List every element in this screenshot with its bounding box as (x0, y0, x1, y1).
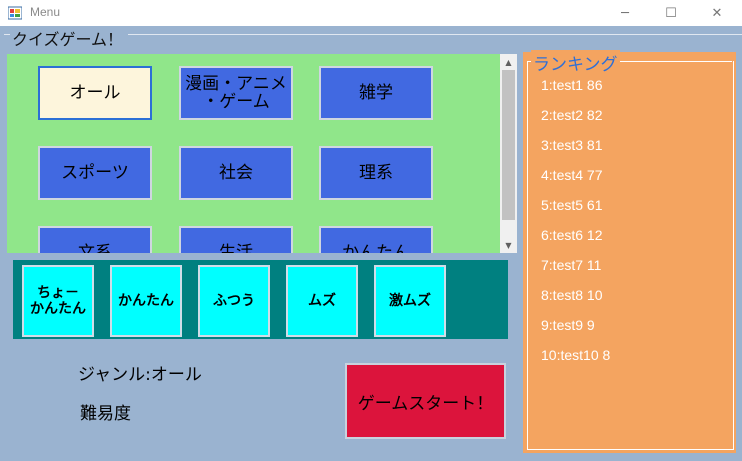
ranking-item: 1:test1 86 (541, 77, 603, 93)
minimize-button[interactable]: ─ (602, 0, 648, 26)
genre-panel: オール 漫画・アニメ ・ゲーム 雑学 スポーツ 社会 理系 文系 生活 かんたん (7, 54, 500, 253)
difficulty-button-label: ちょ－ かんたん (30, 285, 86, 317)
ranking-item: 9:test9 9 (541, 317, 595, 333)
ranking-item: 4:test4 77 (541, 167, 603, 183)
ranking-item: 2:test2 82 (541, 107, 603, 123)
ranking-panel: ランキング 1:test1 86 2:test2 82 3:test3 81 4… (523, 50, 736, 453)
title-bar: Menu ─ ☐ ✕ (0, 0, 742, 26)
genre-button-trivia[interactable]: 雑学 (319, 66, 433, 120)
scroll-thumb[interactable] (502, 70, 515, 220)
genre-button-society[interactable]: 社会 (179, 146, 293, 200)
genre-button-label: 生活 (219, 243, 253, 253)
game-start-label: ゲームスタート！ (357, 393, 494, 414)
ranking-item: 7:test7 11 (541, 257, 602, 273)
ranking-item: 8:test8 10 (541, 287, 603, 303)
genre-button-label: 理系 (359, 163, 393, 183)
difficulty-button-very-hard[interactable]: 激ムズ (374, 265, 446, 337)
genre-button-all[interactable]: オール (38, 66, 152, 120)
difficulty-button-label: ムズ (308, 293, 336, 309)
genre-button-label: オール (69, 83, 121, 103)
ranking-item: 5:test5 61 (541, 197, 603, 213)
genre-button-label: 文系 (78, 243, 112, 253)
maximize-button[interactable]: ☐ (648, 0, 694, 26)
ranking-frame-top-right (617, 61, 732, 62)
difficulty-button-label: ふつう (213, 293, 255, 309)
genre-button-label: 漫画・アニメ ・ゲーム (185, 74, 287, 112)
ranking-title: ランキング (531, 50, 620, 75)
difficulty-button-label: かんたん (118, 293, 174, 309)
genre-button-label: 雑学 (359, 83, 393, 103)
difficulty-panel: ちょ－ かんたん かんたん ふつう ムズ 激ムズ (13, 260, 508, 339)
genre-button-label: 社会 (219, 163, 253, 183)
genre-button-humanities[interactable]: 文系 (38, 226, 152, 253)
ranking-item: 3:test3 81 (541, 137, 603, 153)
genre-button-label: スポーツ (61, 163, 129, 183)
genre-button-sports[interactable]: スポーツ (38, 146, 152, 200)
group-title: クイズゲーム！ (10, 26, 126, 50)
genre-status-label: ジャンル:オール (78, 365, 202, 385)
genre-button-label: かんたん (342, 243, 410, 253)
difficulty-button-very-easy[interactable]: ちょ－ かんたん (22, 265, 94, 337)
genre-button-easy[interactable]: かんたん (319, 226, 433, 253)
genre-scrollbar[interactable]: ▲ ▼ (500, 54, 517, 253)
app-icon (8, 6, 22, 20)
genre-button-life[interactable]: 生活 (179, 226, 293, 253)
group-border-right (128, 34, 742, 35)
difficulty-button-easy[interactable]: かんたん (110, 265, 182, 337)
scroll-down-icon[interactable]: ▼ (500, 237, 517, 253)
ranking-item: 10:test10 8 (541, 347, 611, 363)
game-start-button[interactable]: ゲームスタート！ (345, 363, 506, 439)
close-button[interactable]: ✕ (694, 0, 740, 26)
genre-button-manga[interactable]: 漫画・アニメ ・ゲーム (179, 66, 293, 120)
difficulty-button-normal[interactable]: ふつう (198, 265, 270, 337)
window-title: Menu (30, 5, 61, 19)
scroll-up-icon[interactable]: ▲ (500, 54, 517, 70)
genre-button-science[interactable]: 理系 (319, 146, 433, 200)
client-area: クイズゲーム！ オール 漫画・アニメ ・ゲーム 雑学 スポーツ 社会 理系 文系… (0, 26, 742, 461)
difficulty-button-hard[interactable]: ムズ (286, 265, 358, 337)
difficulty-button-label: 激ムズ (389, 293, 431, 309)
difficulty-status-label: 難易度 (80, 404, 131, 424)
ranking-item: 6:test6 12 (541, 227, 603, 243)
